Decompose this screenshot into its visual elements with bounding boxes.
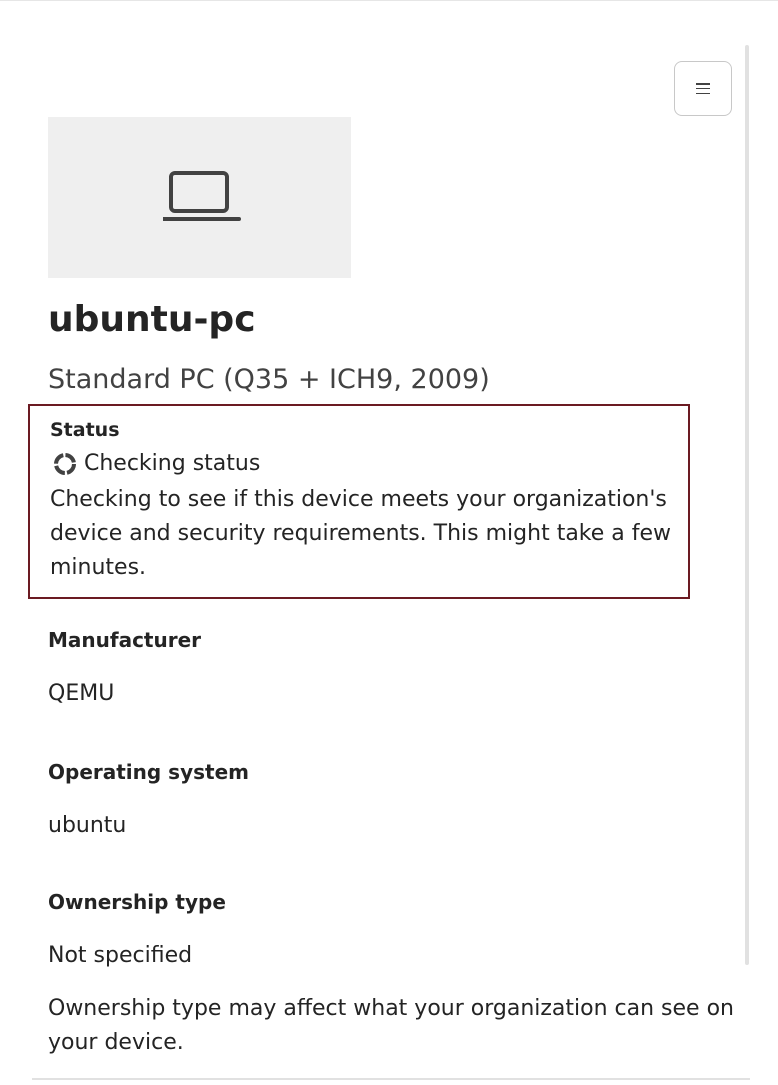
top-divider — [0, 0, 778, 1]
manufacturer-value: QEMU — [48, 681, 115, 706]
ownership-note: Ownership type may affect what your orga… — [48, 996, 734, 1055]
operating-system-label: Operating system — [48, 760, 249, 784]
status-label: Status — [50, 419, 120, 441]
device-name: ubuntu-pc — [48, 299, 256, 340]
ownership-type-value: Not specified — [48, 943, 193, 968]
device-model: Standard PC (Q35 + ICH9, 2009) — [48, 364, 490, 395]
bottom-divider — [32, 1078, 750, 1080]
device-image — [48, 117, 351, 278]
spinner-icon — [54, 453, 76, 475]
laptop-icon — [163, 171, 241, 221]
menu-button[interactable] — [674, 61, 732, 116]
hamburger-menu-icon — [696, 83, 710, 94]
status-section: Status Checking status Checking to see i… — [28, 404, 690, 599]
vertical-scrollbar[interactable] — [745, 45, 749, 965]
status-description: Checking to see if this device meets you… — [50, 487, 672, 580]
manufacturer-label: Manufacturer — [48, 628, 202, 652]
ownership-type-label: Ownership type — [48, 890, 226, 914]
operating-system-value: ubuntu — [48, 813, 127, 838]
status-value: Checking status — [52, 449, 260, 479]
status-value-text: Checking status — [84, 451, 261, 476]
